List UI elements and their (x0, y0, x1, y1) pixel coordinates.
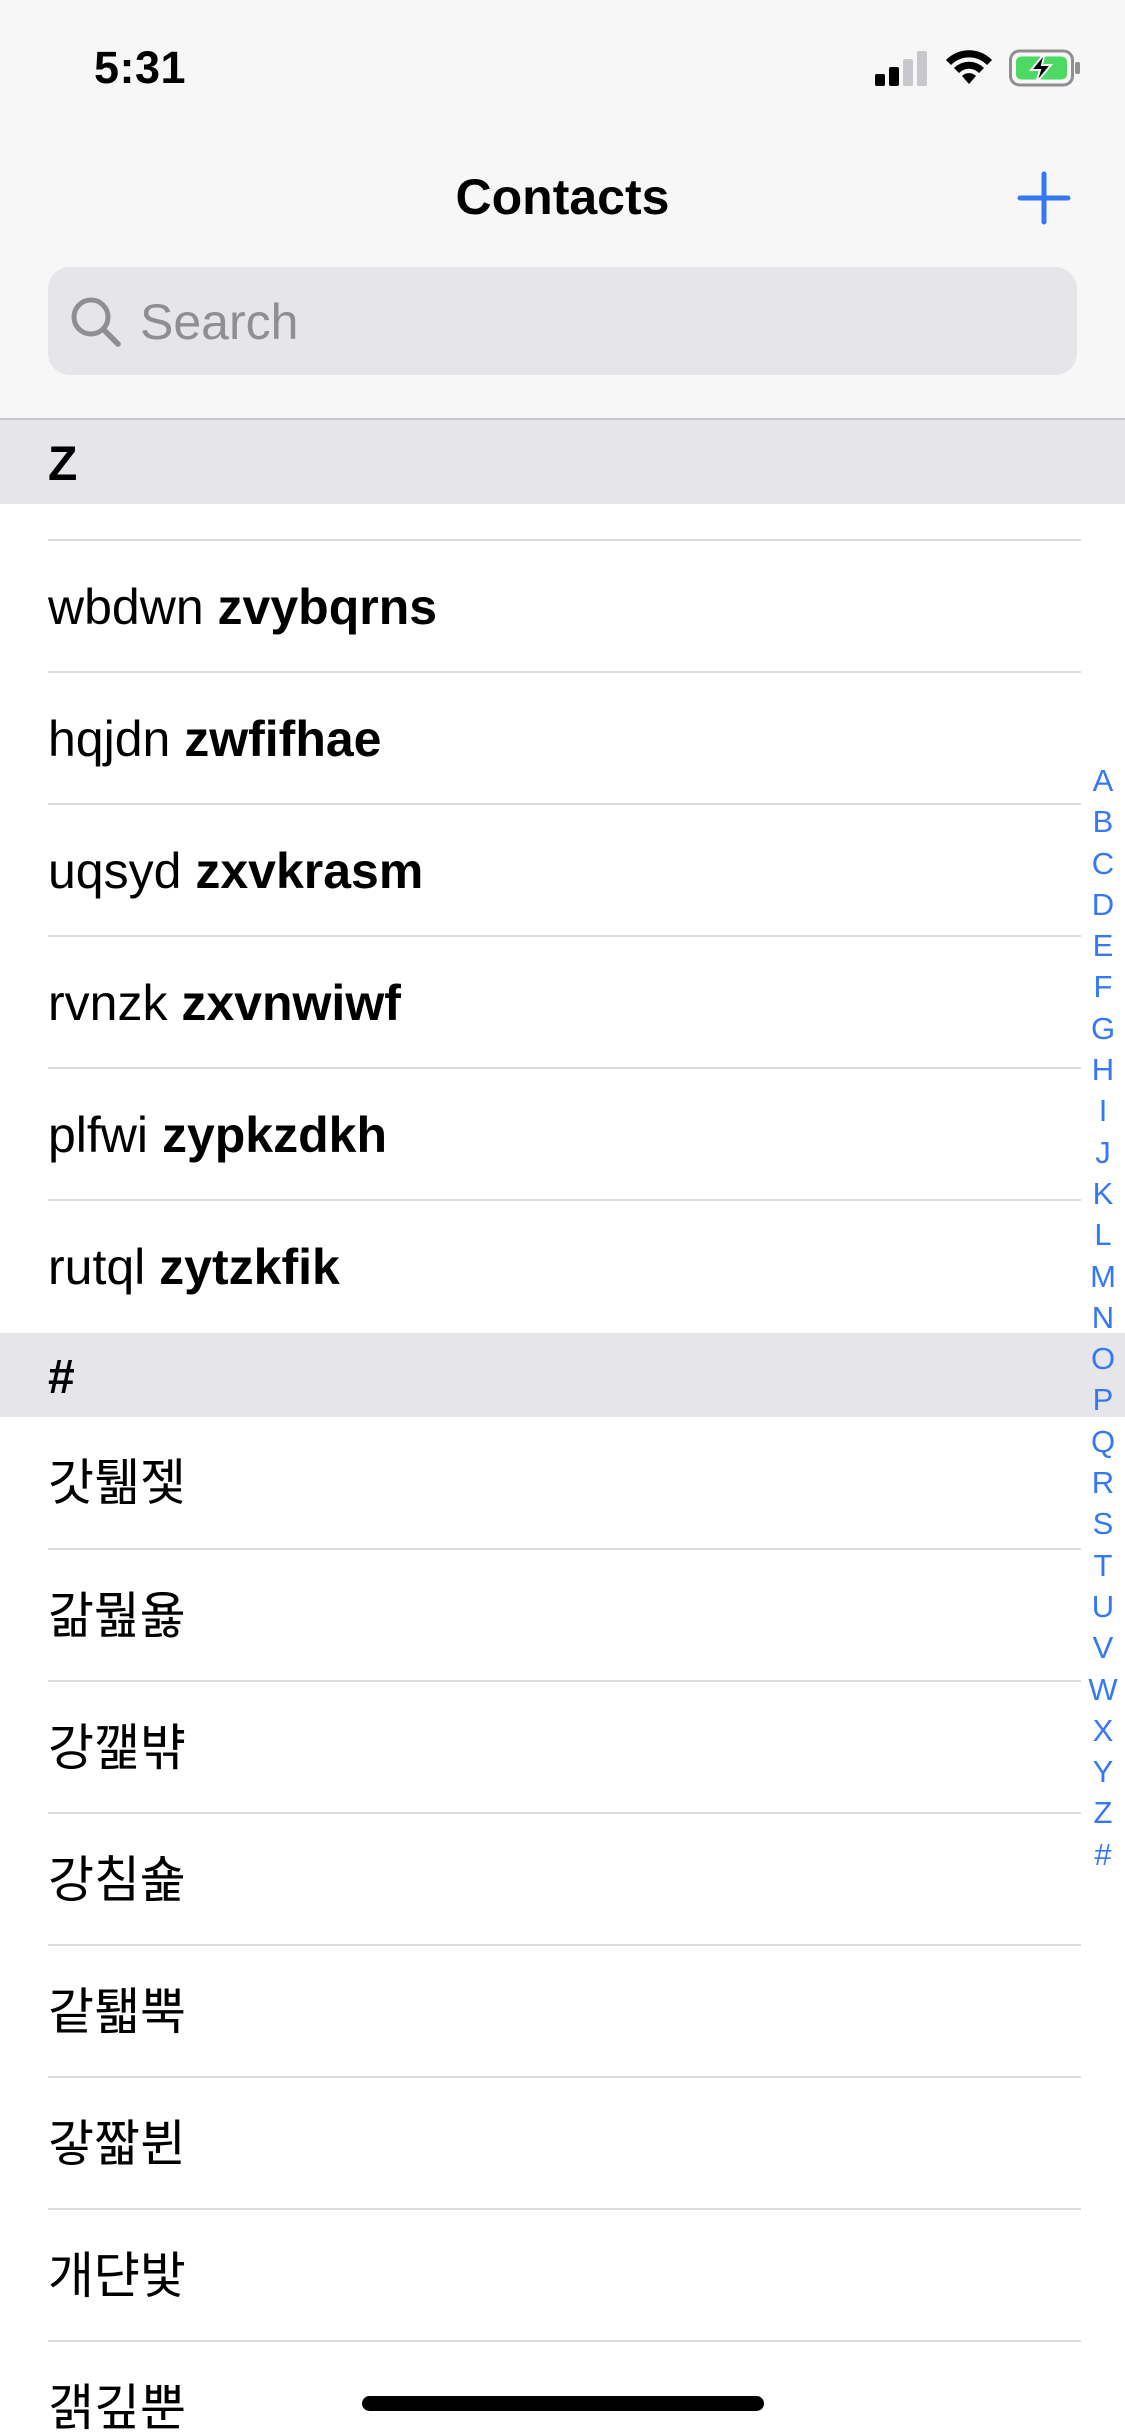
contact-name: 갥깊뿐 (48, 2380, 186, 2436)
index-letter[interactable]: S (1086, 1503, 1120, 1544)
index-letter[interactable]: L (1086, 1214, 1120, 1255)
index-letter[interactable]: K (1086, 1173, 1120, 1214)
contact-row[interactable]: wbdwn zvybqrns (48, 541, 1081, 673)
index-letter[interactable]: X (1086, 1710, 1120, 1751)
index-letter[interactable]: A (1086, 760, 1120, 801)
contact-row[interactable]: 강깵뱎 (48, 1682, 1081, 1814)
signal-icon (875, 51, 927, 86)
contact-name: 갛짧뷘 (48, 2116, 186, 2172)
contact-first-name: rutql (48, 1239, 146, 1295)
index-letter[interactable]: U (1086, 1586, 1120, 1627)
contact-first-name: rvnzk (48, 975, 168, 1031)
status-time: 5:31 (94, 42, 187, 93)
contact-name: 갓퉮젳 (48, 1455, 186, 1511)
contact-row[interactable]: plfwi zypkzdkh (48, 1069, 1081, 1201)
contact-row[interactable]: uqsyd zxvkrasm (48, 805, 1081, 937)
index-letter[interactable]: # (1086, 1834, 1120, 1875)
contact-last-name: zxvnwiwf (181, 975, 401, 1031)
contact-last-name: zytzkfik (159, 1239, 340, 1295)
index-letter[interactable]: G (1086, 1008, 1120, 1049)
section-index[interactable]: A B C D E F G H I J K L M N O P Q R S T U V W X Y Z # (1086, 760, 1120, 1875)
contact-last-name: zxvkrasm (195, 843, 424, 899)
index-letter[interactable]: J (1086, 1132, 1120, 1173)
search-bar[interactable] (48, 267, 1077, 377)
contact-row[interactable]: 갥깊뿐 (48, 2342, 1081, 2436)
index-letter[interactable]: D (1086, 884, 1120, 925)
contact-first-name: plfwi (48, 1107, 149, 1163)
contact-first-name: uqsyd (48, 843, 182, 899)
index-letter[interactable]: R (1086, 1462, 1120, 1503)
contact-last-name: zwfifhae (184, 711, 382, 767)
search-input[interactable] (138, 267, 1042, 377)
contact-name: 개댠밫 (48, 2248, 186, 2304)
index-letter[interactable]: H (1086, 1049, 1120, 1090)
index-letter[interactable]: O (1086, 1338, 1120, 1379)
section-header-z: Z (0, 420, 1125, 504)
page-title: Contacts (455, 169, 670, 225)
battery-charging-icon (1009, 49, 1080, 87)
status-icons (875, 48, 1083, 88)
contact-first-name: hqjdn (48, 711, 171, 767)
contact-name: 갊뭞욣 (48, 1588, 186, 1644)
contact-row[interactable]: 강침숉 (48, 1814, 1081, 1946)
index-letter[interactable]: Z (1086, 1792, 1120, 1833)
contact-row[interactable]: 갛짧뷘 (48, 2078, 1081, 2210)
index-letter[interactable]: Q (1086, 1421, 1120, 1462)
wifi-icon (946, 50, 992, 84)
contact-last-name: zvybqrns (217, 579, 438, 635)
index-letter[interactable]: P (1086, 1379, 1120, 1420)
home-indicator[interactable] (362, 2396, 764, 2411)
navigation-header: 5:31 Contacts (0, 0, 1125, 420)
index-letter[interactable]: V (1086, 1627, 1120, 1668)
index-letter[interactable]: T (1086, 1545, 1120, 1586)
contact-row[interactable]: 개댠밫 (48, 2210, 1081, 2342)
contact-last-name: zypkzdkh (161, 1107, 387, 1163)
index-letter[interactable]: M (1086, 1256, 1120, 1297)
index-letter[interactable]: F (1086, 966, 1120, 1007)
contact-row[interactable]: 같퇣뿍 (48, 1946, 1081, 2078)
contact-name: 강깵뱎 (48, 1720, 186, 1776)
contact-row[interactable]: 갓퉮젳 (48, 1417, 1081, 1549)
contact-row[interactable]: rvnzk zxvnwiwf (48, 937, 1081, 1069)
index-letter[interactable]: Y (1086, 1751, 1120, 1792)
add-contact-button[interactable] (1014, 168, 1074, 228)
index-letter[interactable]: I (1086, 1090, 1120, 1131)
contact-name: 같퇣뿍 (48, 1984, 186, 2040)
search-icon (71, 297, 121, 347)
index-letter[interactable]: W (1086, 1669, 1120, 1710)
contact-row[interactable]: 갊뭞욣 (48, 1550, 1081, 1682)
contact-first-name: wbdwn (48, 579, 204, 635)
contact-row[interactable]: hqjdn zwfifhae (48, 673, 1081, 805)
contact-row[interactable]: rutql zytzkfik (48, 1201, 1081, 1333)
index-letter[interactable]: N (1086, 1297, 1120, 1338)
index-letter[interactable]: C (1086, 843, 1120, 884)
contact-name: 강침숉 (48, 1852, 186, 1908)
index-letter[interactable]: B (1086, 801, 1120, 842)
index-letter[interactable]: E (1086, 925, 1120, 966)
section-header-hash: # (0, 1333, 1125, 1417)
